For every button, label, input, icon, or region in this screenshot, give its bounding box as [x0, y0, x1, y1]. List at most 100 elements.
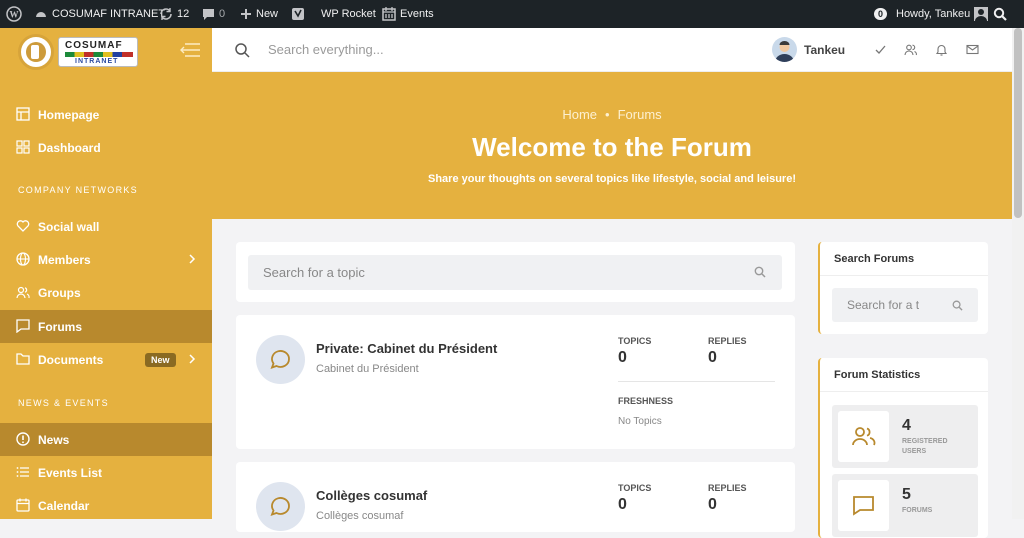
stat-registered-users: 4 REGISTERED USERS [832, 405, 978, 468]
forum-title[interactable]: Collèges cosumaf [316, 488, 427, 503]
topics-label: TOPICS [618, 483, 652, 493]
sidebar-item-news[interactable]: News [0, 423, 212, 456]
svg-text:W: W [10, 10, 19, 20]
topics-count: 0 [618, 349, 627, 366]
users-icon [852, 427, 876, 446]
new-badge: New [145, 353, 176, 367]
sidebar-item-documents[interactable]: Documents New [0, 343, 212, 376]
site-name-link[interactable]: COSUMAF INTRANET [34, 0, 165, 28]
username[interactable]: Tankeu [804, 43, 845, 57]
replies-count: 0 [708, 496, 717, 513]
forum-statistics-widget: Forum Statistics 4 REGISTERED USERS 5 FO… [818, 358, 988, 538]
new-content-link[interactable]: New [240, 0, 278, 28]
topics-label: TOPICS [618, 336, 652, 346]
sidebar-item-social-wall[interactable]: Social wall [0, 210, 212, 243]
search-icon[interactable] [234, 42, 250, 58]
sidebar-item-events-list[interactable]: Events List [0, 456, 212, 489]
mail-icon[interactable] [966, 43, 979, 56]
widget-title: Search Forums [834, 253, 915, 265]
sidebar-item-label: Documents [38, 353, 104, 367]
search-icon[interactable] [952, 300, 963, 311]
freshness-value: No Topics [618, 416, 662, 427]
stat-value: 5 [902, 486, 911, 503]
breadcrumb-current: Forums [617, 107, 662, 122]
stat-forums: 5 FORUMS [832, 474, 978, 537]
sidebar-item-members[interactable]: Members [0, 243, 212, 276]
stat-icon-box [838, 411, 889, 462]
users-icon [16, 286, 30, 299]
sidebar-item-label: Homepage [38, 108, 100, 122]
message-circle-icon [270, 497, 290, 516]
scrollbar-thumb[interactable] [1014, 28, 1022, 218]
section-heading-news-events: NEWS & EVENTS [18, 398, 109, 408]
logo-text-line1: COSUMAF [65, 40, 123, 51]
chevron-right-icon [189, 354, 196, 364]
logo-plate: COSUMAF INTRANET [58, 37, 138, 67]
yoast-icon [292, 8, 304, 20]
sidebar-item-groups[interactable]: Groups [0, 276, 212, 309]
global-search-input[interactable]: Search everything... [268, 42, 384, 57]
wp-rocket-label: WP Rocket [321, 8, 376, 20]
users-icon[interactable] [904, 43, 917, 56]
comments-count: 0 [219, 8, 226, 20]
heart-icon [16, 220, 30, 232]
sidebar-item-calendar[interactable]: Calendar [0, 489, 212, 522]
replies-label: REPLIES [708, 483, 747, 493]
collapse-sidebar-icon[interactable] [179, 43, 201, 57]
topic-search-input[interactable]: Search for a topic [248, 255, 782, 290]
comments-link[interactable]: 0 [202, 0, 225, 28]
plus-icon [241, 9, 251, 19]
site-logo[interactable]: COSUMAF INTRANET [18, 34, 140, 70]
sidebar-item-label: Events List [38, 466, 103, 480]
sidebar-item-label: Calendar [38, 499, 90, 513]
breadcrumb-home[interactable]: Home [562, 107, 597, 122]
page-title: Welcome to the Forum [472, 132, 752, 162]
sidebar-item-homepage[interactable]: Homepage [0, 98, 212, 131]
wp-rocket-link[interactable]: WP Rocket [321, 0, 376, 28]
sidebar-item-dashboard[interactable]: Dashboard [0, 131, 212, 164]
sidebar-item-label: Members [38, 253, 91, 267]
forum-title[interactable]: Private: Cabinet du Président [316, 341, 497, 356]
user-avatar-icon [775, 41, 794, 62]
forum-description: Cabinet du Président [316, 363, 419, 375]
logo-flags [65, 52, 133, 57]
forum-card[interactable]: Private: Cabinet du Président Cabinet du… [236, 315, 795, 449]
admin-search-button[interactable] [993, 0, 1007, 28]
logo-emblem [18, 34, 54, 70]
forum-description: Collèges cosumaf [316, 510, 404, 522]
my-account-link[interactable]: Howdy, Tankeu [896, 0, 989, 28]
section-heading-company-networks: COMPANY NETWORKS [18, 185, 138, 195]
avatar[interactable] [772, 37, 797, 62]
divider [618, 381, 775, 382]
forum-card[interactable]: Collèges cosumaf Collèges cosumaf TOPICS… [236, 462, 795, 532]
calendar-icon [16, 498, 30, 512]
calendar-icon [382, 7, 396, 21]
notifications-count: 0 [874, 8, 888, 20]
topics-count: 0 [618, 496, 627, 513]
forum-search-input[interactable]: Search for a t [832, 288, 978, 322]
stat-icon-box [838, 480, 889, 531]
search-icon[interactable] [754, 266, 766, 278]
scrollbar[interactable] [1012, 28, 1024, 519]
layout-icon [16, 107, 30, 121]
wordpress-logo-icon[interactable]: W [6, 0, 22, 28]
sidebar-item-label: Social wall [38, 220, 100, 234]
bell-icon[interactable] [935, 43, 948, 56]
globe-icon [16, 252, 30, 266]
list-icon [16, 467, 29, 477]
notifications-link[interactable]: 0 [874, 0, 888, 28]
sidebar: COSUMAF INTRANET Homepage Dashboard COMP… [0, 28, 212, 519]
yoast-link[interactable] [291, 0, 305, 28]
updates-link[interactable]: 12 [159, 0, 189, 28]
replies-count: 0 [708, 349, 717, 366]
events-link[interactable]: Events [382, 0, 434, 28]
sidebar-item-forums[interactable]: Forums [0, 310, 212, 343]
forum-avatar [256, 482, 305, 531]
top-header: Search everything... Tankeu [212, 28, 1012, 72]
forum-avatar [256, 335, 305, 384]
search-icon [993, 7, 1007, 21]
topic-search-card: Search for a topic [236, 242, 795, 302]
check-icon[interactable] [874, 43, 887, 56]
sidebar-item-label: Forums [38, 320, 83, 334]
dashboard-icon [36, 12, 46, 17]
